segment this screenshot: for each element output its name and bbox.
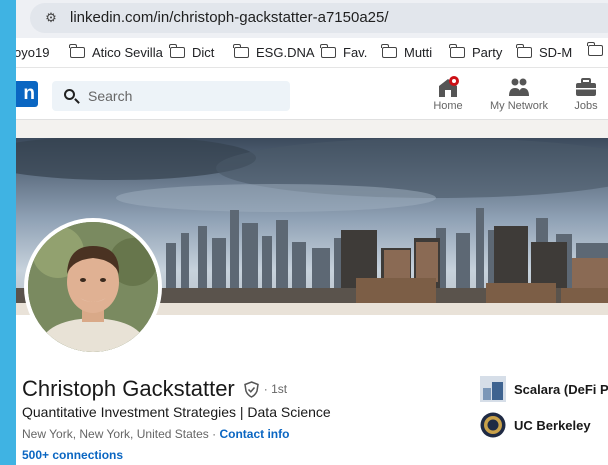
profile-location: New York, New York, United States · Cont…: [22, 427, 290, 441]
current-company[interactable]: Scalara (DeFi Pul: [480, 376, 608, 402]
bookmark-folder[interactable]: [587, 42, 608, 56]
verified-shield-icon[interactable]: [243, 380, 260, 398]
nav-my-network[interactable]: My Network: [486, 76, 552, 112]
bookmark-folder[interactable]: Mutti: [381, 44, 432, 60]
address-bar-row: ⚙ linkedin.com/in/christoph-gackstatter-…: [16, 0, 608, 38]
education-school[interactable]: UC Berkeley: [480, 412, 591, 438]
site-settings-icon[interactable]: ⚙: [42, 9, 60, 27]
bookmark-item[interactable]: oyo19: [16, 45, 49, 60]
bookmark-folder[interactable]: Dict: [169, 44, 214, 60]
folder-icon: [69, 44, 85, 58]
folder-icon: [516, 44, 532, 58]
bookmark-folder[interactable]: ESG.DNA: [233, 44, 315, 60]
search-icon: [64, 89, 75, 100]
folder-icon: [449, 44, 465, 58]
url-text[interactable]: linkedin.com/in/christoph-gackstatter-a7…: [70, 9, 389, 26]
search-input[interactable]: Search: [52, 81, 290, 111]
bookmark-folder[interactable]: Fav.: [320, 44, 367, 60]
company-logo-icon: [480, 376, 506, 402]
nav-home[interactable]: Home: [428, 76, 468, 112]
contact-info-link[interactable]: Contact info: [219, 427, 289, 441]
bookmark-folder[interactable]: Atico Sevilla: [69, 44, 163, 60]
folder-icon: [320, 44, 336, 58]
home-icon: [439, 76, 459, 97]
folder-icon: [169, 44, 185, 58]
university-seal-icon: [480, 412, 506, 438]
profile-headline: Quantitative Investment Strategies | Dat…: [22, 404, 331, 420]
connections-link[interactable]: 500+ connections: [22, 448, 123, 462]
browser-window: ⚙ linkedin.com/in/christoph-gackstatter-…: [16, 0, 608, 465]
nav-jobs[interactable]: Jobs: [570, 76, 602, 112]
jobs-icon: [576, 78, 596, 96]
bookmark-folder[interactable]: Party: [449, 44, 502, 60]
bookmarks-bar: oyo19 Atico Sevilla Dict ESG.DNA Fav. Mu…: [16, 38, 608, 68]
folder-icon: [587, 42, 603, 56]
search-placeholder: Search: [88, 88, 133, 104]
folder-icon: [381, 44, 397, 58]
page-background-strip: [16, 120, 608, 138]
folder-icon: [233, 44, 249, 58]
linkedin-header: n Search Home My Network Jobs: [16, 68, 608, 120]
network-icon: [509, 78, 529, 96]
profile-name: Christoph Gackstatter · 1st: [22, 376, 288, 401]
profile-photo[interactable]: [24, 218, 162, 356]
avatar-image: [28, 222, 158, 352]
linkedin-logo-icon[interactable]: n: [16, 81, 38, 107]
connection-degree: · 1st: [263, 382, 288, 396]
bookmark-folder[interactable]: SD-M: [516, 44, 572, 60]
